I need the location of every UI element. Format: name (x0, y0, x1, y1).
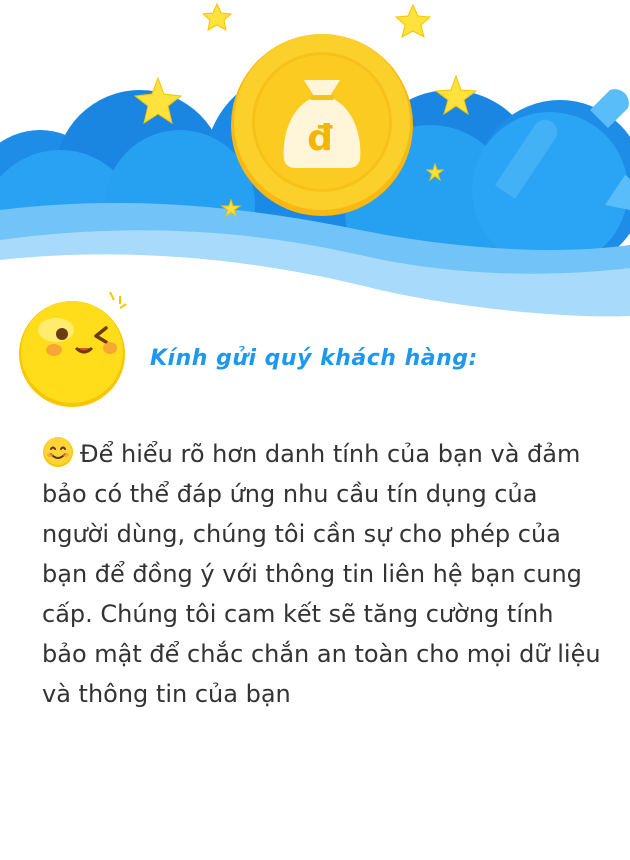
consent-message: Để hiểu rõ hơn danh tính của bạn và đảm … (42, 434, 602, 714)
hero-illustration: đ (0, 2, 630, 330)
coin-icon: đ (231, 34, 413, 216)
smiling-face-icon (43, 437, 73, 467)
greeting-section: Kính gửi quý khách hàng: (18, 292, 618, 412)
winking-mascot-icon (19, 292, 127, 407)
star-icon (201, 2, 233, 31)
star-icon (394, 3, 432, 38)
hero-banner: đ (0, 0, 630, 330)
consent-message-text: Để hiểu rõ hơn danh tính của bạn và đảm … (42, 440, 601, 708)
currency-symbol: đ (307, 118, 333, 159)
greeting-text: Kính gửi quý khách hàng: (150, 346, 478, 371)
